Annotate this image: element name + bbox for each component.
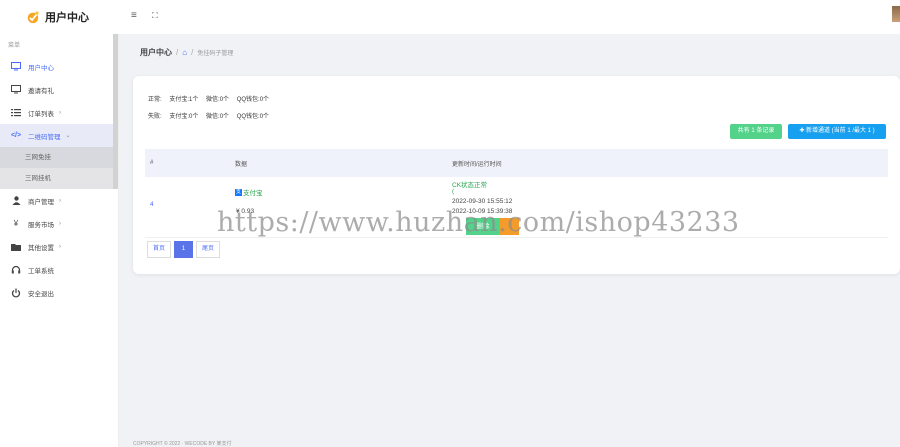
sidebar-item-settings[interactable]: 其他设置 › [0,235,118,258]
chevron-right-icon: › [59,243,61,250]
sidebar-item-label: 安全退出 [28,290,54,298]
sidebar-item-qrcode[interactable]: </> 二维码管理 ⌄ [0,124,118,147]
chevron-down-icon: ⌄ [65,133,71,139]
stats-value: 微信:0个 [206,114,230,120]
code-icon: </> [10,132,22,139]
page-first-button[interactable]: 首页 [147,241,172,258]
sidebar-item-user-center[interactable]: 用户中心 [0,55,118,78]
sidebar-item-label: 工单系统 [28,267,54,275]
sidebar-item-orders[interactable]: 订单列表 › [0,101,118,124]
sidebar-item-label: 商户管理 [28,198,54,206]
list-icon [10,107,22,119]
breadcrumb: 用户中心 / ⌂ / 免挂码子管理 [140,47,233,58]
headset-icon [10,264,22,276]
sidebar-scrollbar[interactable] [113,34,118,189]
run-time: 2022-10-09 15:39:38 [452,208,513,215]
status-badge: CK状态正常 [452,182,488,189]
stats-fail: 失败: 支付宝:0个 微信:0个 QQ钱包:0个 [148,111,275,120]
fullscreen-icon[interactable]: ⛶ [152,11,158,21]
page-current-button[interactable]: 1 [174,241,194,258]
channel-cell: 支 支付宝 [235,187,263,197]
folder-icon [10,241,22,253]
total-records-button[interactable]: 共有 1 条记录 [730,124,782,139]
page-last-button[interactable]: 尾页 [196,241,221,258]
status-detail: ( [452,188,455,195]
breadcrumb-separator: / [176,48,179,57]
page-title: 用户中心 [140,48,172,57]
app-title: 用户中心 [45,12,89,24]
sidebar-item-market[interactable]: ¥ 服务市场 › [0,212,118,235]
amount: ¥ 0.93 [236,208,255,215]
channel-table: # 数据 更新时间/运行时间 4 支 支付宝 ¥ 0.93 CK状态正常 ( 2… [145,149,888,238]
edit-button[interactable] [500,218,519,235]
pagination: 首页 1 尾页 [147,241,223,258]
stats-fail-label: 失败: [148,114,162,120]
row-id: 4 [150,201,154,208]
table-row: 4 支 支付宝 ¥ 0.93 CK状态正常 ( 2022-09-30 15:55… [145,177,888,238]
sidebar-item-label: 二维码管理 [28,133,61,141]
menu-toggle-icon[interactable]: ≡ [131,10,137,21]
monitor-icon [10,61,22,73]
channel-name: 支付宝 [243,190,263,197]
chevron-right-icon: › [59,109,61,116]
footer: COPYRIGHT © 2022 · WECODE BY 某支付 [133,441,232,447]
column-header-id: # [150,160,154,166]
delete-button[interactable]: 删除 [466,218,500,235]
stats-value: QQ钱包:0个 [236,114,270,120]
sidebar-subitem-free[interactable]: 三网免挂 [0,147,118,168]
power-icon [10,287,22,299]
breadcrumb-current: 免挂码子管理 [197,51,234,57]
sidebar-item-label: 邀请有礼 [28,87,54,95]
sidebar-item-invite[interactable]: 邀请有礼 [0,78,118,101]
stats-normal-label: 正常: [148,97,162,103]
sidebar-item-tickets[interactable]: 工单系统 [0,258,118,281]
stats-value: QQ钱包:0个 [236,97,270,103]
sidebar-item-label: 用户中心 [28,64,54,72]
avatar[interactable] [892,6,900,22]
brand[interactable]: 用户中心 [0,0,118,34]
updated-time: 2022-09-30 15:55:12 [452,198,513,205]
logo-icon [27,11,39,24]
stats-value: 支付宝:1个 [169,97,199,103]
column-header-time: 更新时间/运行时间 [452,161,502,168]
sidebar-item-label: 服务市场 [28,221,54,229]
sidebar-item-logout[interactable]: 安全退出 [0,281,118,304]
breadcrumb-separator: / [191,48,194,57]
table-header: # 数据 更新时间/运行时间 [145,149,888,177]
sidebar-subitem-hang[interactable]: 三网挂机 [0,168,118,189]
yen-icon: ¥ [13,219,19,228]
stats-value: 支付宝:0个 [169,114,199,120]
monitor-icon [10,84,22,96]
menu-caption: 菜单 [8,43,21,49]
sidebar: 用户中心 菜单 用户中心 邀请有礼 订单列表 › </> 二维码管理 ⌄ 三网免… [0,0,119,447]
alipay-icon: 支 [235,188,242,196]
column-header-data: 数据 [235,161,248,168]
stats-value: 微信:0个 [206,97,230,103]
chevron-right-icon: › [59,197,61,204]
main-card: 正常: 支付宝:1个 微信:0个 QQ钱包:0个 失败: 支付宝:0个 微信:0… [133,76,900,274]
sidebar-item-label: 其他设置 [28,244,54,252]
sidebar-item-label: 订单列表 [28,110,54,118]
add-channel-button[interactable]: ✚ 新增通道 (当前 1 /最大 1 ) [788,124,886,139]
user-icon [10,195,22,207]
sidebar-item-merchant[interactable]: 商户管理 › [0,189,118,212]
chevron-right-icon: › [59,220,61,227]
stats-normal: 正常: 支付宝:1个 微信:0个 QQ钱包:0个 [148,94,275,103]
topbar: ≡ ⛶ [118,0,900,34]
home-icon[interactable]: ⌂ [182,48,187,57]
